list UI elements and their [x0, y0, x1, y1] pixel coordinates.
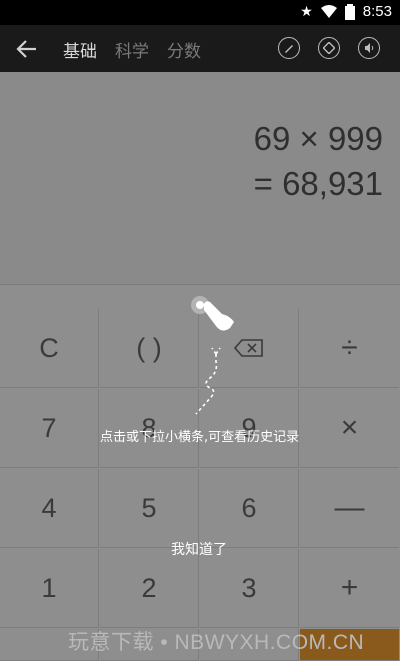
key-1[interactable]: 1 — [0, 549, 99, 628]
key-minus[interactable]: — — [300, 469, 399, 548]
backspace-icon — [234, 339, 263, 357]
status-bar: ★ 8:53 — [0, 0, 400, 25]
key-divide[interactable]: ÷ — [300, 309, 399, 388]
key-6[interactable]: 6 — [200, 469, 299, 548]
wifi-icon — [320, 4, 337, 18]
sound-icon[interactable] — [358, 37, 380, 59]
result-display: = 68,931 — [253, 165, 383, 202]
star-icon: ★ — [300, 3, 313, 20]
key-clear[interactable]: C — [0, 309, 99, 388]
key-4[interactable]: 4 — [0, 469, 99, 548]
swipe-gesture-icon — [191, 296, 234, 415]
key-5[interactable]: 5 — [100, 469, 199, 548]
pencil-icon[interactable] — [278, 37, 300, 59]
watermark: 玩意下载 • NBWYXH.COM.CN — [68, 631, 365, 654]
key-multiply[interactable]: × — [300, 389, 399, 468]
key-2[interactable]: 2 — [100, 549, 199, 628]
tab-scientific[interactable]: 科学 — [115, 37, 149, 62]
battery-icon — [344, 3, 355, 20]
history-tip: 点击或下拉小横条,可查看历史记录 — [100, 430, 300, 445]
key-3[interactable]: 3 — [200, 549, 299, 628]
expression-display: 69 × 999 — [253, 120, 383, 157]
key-plus[interactable]: + — [300, 549, 399, 628]
status-time: 8:53 — [362, 3, 392, 20]
toolbar: 基础 科学 分数 — [0, 25, 400, 72]
key-parentheses[interactable]: ( ) — [100, 309, 199, 388]
key-7[interactable]: 7 — [0, 389, 99, 468]
theme-icon[interactable] — [318, 37, 340, 59]
tab-fraction[interactable]: 分数 — [167, 37, 201, 62]
dismiss-button[interactable]: 我知道了 — [171, 539, 227, 559]
tab-basic[interactable]: 基础 — [63, 37, 97, 62]
back-arrow-icon[interactable] — [14, 36, 40, 62]
